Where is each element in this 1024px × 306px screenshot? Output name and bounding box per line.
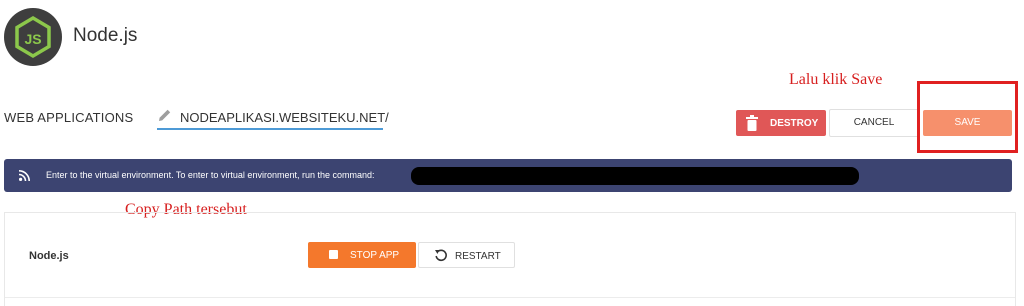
stop-app-button[interactable]: STOP APP bbox=[308, 242, 416, 268]
virtual-env-info-bar: Enter to the virtual environment. To ent… bbox=[4, 159, 1012, 192]
web-applications-label: WEB APPLICATIONS bbox=[4, 110, 134, 125]
restart-button[interactable]: RESTART bbox=[418, 242, 515, 268]
panel-divider bbox=[5, 297, 1015, 298]
app-title: Node.js bbox=[73, 25, 138, 46]
destroy-label: DESTROY bbox=[770, 118, 819, 129]
save-highlight-box bbox=[917, 81, 1018, 153]
restart-icon bbox=[435, 249, 447, 262]
destroy-button[interactable]: DESTROY bbox=[736, 110, 826, 136]
redacted-command bbox=[411, 167, 859, 185]
panel-label: Node.js bbox=[29, 250, 69, 262]
svg-text:JS: JS bbox=[24, 31, 41, 47]
cancel-button[interactable]: CANCEL bbox=[829, 109, 919, 137]
pencil-icon bbox=[159, 109, 171, 121]
stop-icon bbox=[329, 250, 338, 259]
app-control-panel: Node.js STOP APP RESTART bbox=[4, 212, 1016, 306]
annotation-save-hint: Lalu klik Save bbox=[789, 71, 883, 88]
info-bar-text: Enter to the virtual environment. To ent… bbox=[46, 170, 375, 180]
stop-app-label: STOP APP bbox=[350, 250, 400, 261]
trash-icon bbox=[746, 115, 758, 131]
restart-label: RESTART bbox=[455, 251, 501, 262]
app-path-field[interactable]: NODEAPLIKASI.WEBSITEKU.NET/ bbox=[157, 104, 389, 130]
rss-icon bbox=[19, 170, 30, 181]
app-path-text: NODEAPLIKASI.WEBSITEKU.NET/ bbox=[180, 110, 389, 125]
app-header: JS Node.js bbox=[0, 0, 1024, 70]
nodejs-logo-icon: JS bbox=[4, 8, 62, 66]
